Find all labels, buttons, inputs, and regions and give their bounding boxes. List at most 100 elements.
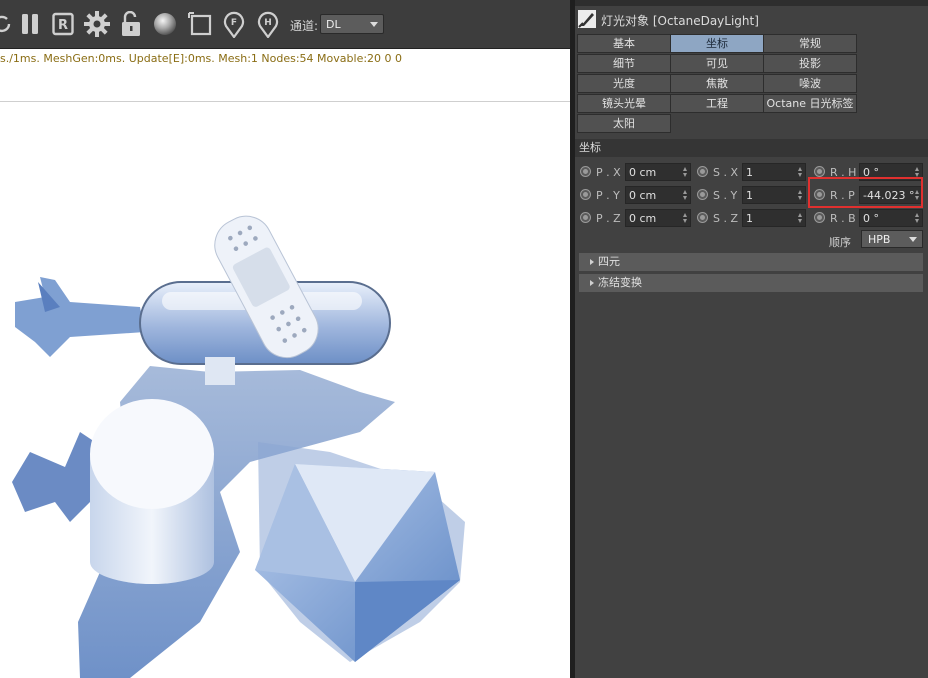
rotation-order-select[interactable]: HPB bbox=[861, 230, 923, 248]
sx-label: S . X bbox=[713, 166, 739, 179]
tab-lens-flare[interactable]: 镜头光晕 bbox=[577, 94, 671, 113]
stepper-icon[interactable] bbox=[683, 211, 688, 225]
sy-keyframe-radio[interactable] bbox=[697, 189, 708, 200]
render-stats-text: s./1ms. MeshGen:0ms. Update[E]:0ms. Mesh… bbox=[0, 52, 403, 65]
sy-field[interactable]: 1 bbox=[742, 186, 806, 204]
pz-keyframe-radio[interactable] bbox=[580, 212, 591, 223]
tab-noise[interactable]: 噪波 bbox=[763, 74, 857, 93]
px-field[interactable]: 0 cm bbox=[625, 163, 691, 181]
tab-label: Octane 日光标签 bbox=[766, 97, 854, 110]
rb-label: R . B bbox=[830, 212, 856, 225]
rp-highlight-box bbox=[808, 177, 923, 208]
sx-value: 1 bbox=[746, 166, 753, 179]
sx-keyframe-radio[interactable] bbox=[697, 166, 708, 177]
render-viewport-panel: R F H 通道: DL s./1ms. MeshGen:0ms. Update… bbox=[0, 0, 570, 678]
sy-value: 1 bbox=[746, 189, 753, 202]
expand-triangle-icon bbox=[590, 259, 594, 265]
tab-shadow[interactable]: 投影 bbox=[763, 54, 857, 73]
tab-label: 太阳 bbox=[613, 117, 635, 130]
rb-field[interactable]: 0 ° bbox=[859, 209, 923, 227]
tab-details[interactable]: 细节 bbox=[577, 54, 671, 73]
rotation-order-label: 顺序 bbox=[829, 236, 851, 249]
tab-label: 噪波 bbox=[799, 77, 821, 90]
rotation-order-value: HPB bbox=[868, 233, 891, 246]
sy-label: S . Y bbox=[713, 189, 738, 202]
svg-text:F: F bbox=[231, 18, 237, 28]
refresh-icon[interactable] bbox=[0, 9, 16, 39]
sz-field[interactable]: 1 bbox=[742, 209, 806, 227]
tab-caustics[interactable]: 焦散 bbox=[670, 74, 764, 93]
tab-octane-daylight-tag[interactable]: Octane 日光标签 bbox=[763, 94, 857, 113]
tab-label: 焦散 bbox=[706, 77, 728, 90]
channel-label: 通道: bbox=[290, 19, 319, 33]
sphere-icon[interactable] bbox=[151, 9, 179, 39]
tab-label: 镜头光晕 bbox=[602, 97, 646, 110]
section-header: 坐标 bbox=[575, 139, 928, 157]
sz-value: 1 bbox=[746, 212, 753, 225]
py-value: 0 cm bbox=[629, 189, 657, 202]
expand-triangle-icon bbox=[590, 280, 594, 286]
section-title: 坐标 bbox=[579, 141, 601, 154]
tab-label: 工程 bbox=[706, 97, 728, 110]
stepper-icon[interactable] bbox=[683, 188, 688, 202]
group-label: 冻结变换 bbox=[598, 276, 642, 289]
viewport-toolbar: R F H 通道: DL bbox=[0, 0, 570, 49]
tab-label: 常规 bbox=[799, 37, 821, 50]
tab-coordinates[interactable]: 坐标 bbox=[670, 34, 764, 53]
tab-basic[interactable]: 基本 bbox=[577, 34, 671, 53]
tab-label: 可见 bbox=[706, 57, 728, 70]
sx-field[interactable]: 1 bbox=[742, 163, 806, 181]
pin-f-icon[interactable]: F bbox=[220, 9, 248, 39]
px-keyframe-radio[interactable] bbox=[580, 166, 591, 177]
tab-label: 坐标 bbox=[706, 37, 728, 50]
tab-visibility[interactable]: 可见 bbox=[670, 54, 764, 73]
object-title: 灯光对象 [OctaneDayLight] bbox=[601, 14, 759, 28]
stepper-icon[interactable] bbox=[798, 211, 803, 225]
settings-gear-icon[interactable] bbox=[83, 9, 111, 39]
tab-sun[interactable]: 太阳 bbox=[577, 114, 671, 133]
px-label: P . X bbox=[596, 166, 621, 179]
pz-value: 0 cm bbox=[629, 212, 657, 225]
py-field[interactable]: 0 cm bbox=[625, 186, 691, 204]
py-label: P . Y bbox=[596, 189, 620, 202]
light-object-icon bbox=[578, 10, 596, 28]
unlock-icon[interactable] bbox=[117, 9, 145, 39]
group-quaternion[interactable]: 四元 bbox=[579, 253, 923, 271]
sz-label: S . Z bbox=[713, 212, 739, 225]
attribute-manager: 灯光对象 [OctaneDayLight] 基本 坐标 常规 细节 可见 投影 … bbox=[575, 0, 928, 678]
group-freeze-transform[interactable]: 冻结变换 bbox=[579, 274, 923, 292]
frame-icon[interactable] bbox=[186, 9, 214, 39]
pause-icon[interactable] bbox=[16, 9, 44, 39]
rb-keyframe-radio[interactable] bbox=[814, 212, 825, 223]
channel-select[interactable]: DL bbox=[320, 14, 384, 34]
tab-label: 细节 bbox=[613, 57, 635, 70]
rb-value: 0 ° bbox=[863, 212, 879, 225]
tab-photometric[interactable]: 光度 bbox=[577, 74, 671, 93]
svg-text:H: H bbox=[264, 18, 272, 28]
stepper-icon[interactable] bbox=[798, 165, 803, 179]
rh-keyframe-radio[interactable] bbox=[814, 166, 825, 177]
render-image bbox=[12, 215, 465, 678]
py-keyframe-radio[interactable] bbox=[580, 189, 591, 200]
svg-text:R: R bbox=[58, 18, 68, 33]
stepper-icon[interactable] bbox=[915, 211, 920, 225]
tab-label: 光度 bbox=[613, 77, 635, 90]
tab-label: 投影 bbox=[799, 57, 821, 70]
tab-project[interactable]: 工程 bbox=[670, 94, 764, 113]
pz-label: P . Z bbox=[596, 212, 621, 225]
tab-label: 基本 bbox=[613, 37, 635, 50]
render-status-bar: s./1ms. MeshGen:0ms. Update[E]:0ms. Mesh… bbox=[0, 49, 570, 102]
render-region-icon[interactable]: R bbox=[49, 9, 77, 39]
pz-field[interactable]: 0 cm bbox=[625, 209, 691, 227]
stepper-icon[interactable] bbox=[683, 165, 688, 179]
px-value: 0 cm bbox=[629, 166, 657, 179]
tab-general[interactable]: 常规 bbox=[763, 34, 857, 53]
channel-select-value: DL bbox=[326, 18, 341, 31]
stepper-icon[interactable] bbox=[798, 188, 803, 202]
pin-h-icon[interactable]: H bbox=[254, 9, 282, 39]
group-label: 四元 bbox=[598, 255, 620, 268]
chevron-down-icon bbox=[370, 22, 378, 27]
chevron-down-icon bbox=[909, 237, 917, 242]
object-header: 灯光对象 [OctaneDayLight] bbox=[575, 6, 928, 32]
sz-keyframe-radio[interactable] bbox=[697, 212, 708, 223]
